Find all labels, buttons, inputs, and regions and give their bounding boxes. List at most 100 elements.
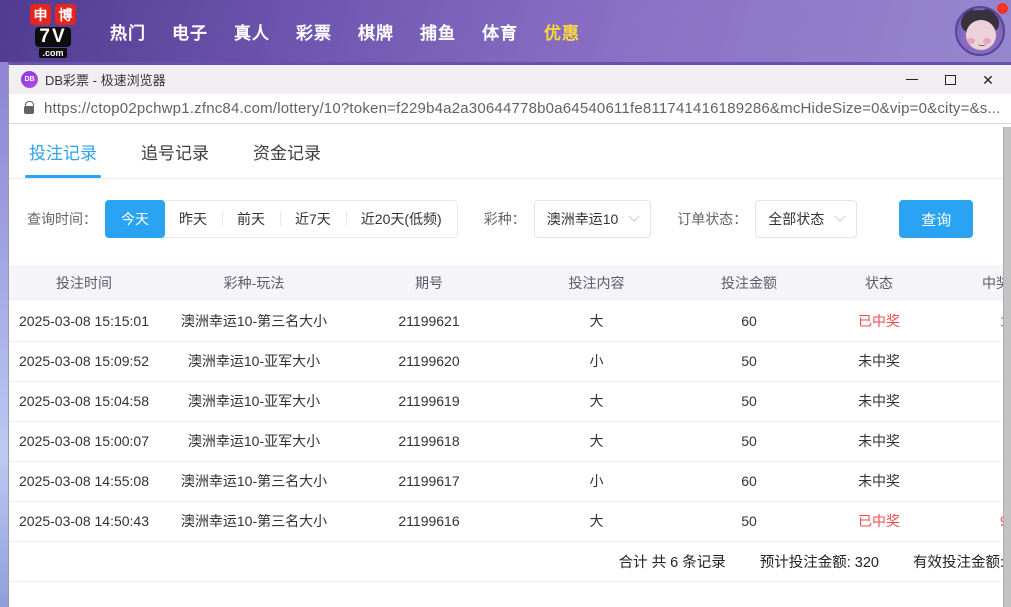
close-icon: ✕ xyxy=(982,71,994,88)
bet-records-table-wrap: 投注时间 彩种-玩法 期号 投注内容 投注金额 状态 中奖金额 2025-03-08 15:… xyxy=(9,265,1004,542)
time-option-5[interactable]: 近20天(低频) xyxy=(345,201,457,237)
column-header-1: 投注时间 xyxy=(56,275,112,291)
time-option-3[interactable]: 前天 xyxy=(222,201,280,237)
record-tabs: 投注记录 追号记录 资金记录 xyxy=(9,124,1004,179)
window-title: DB彩票 - 极速浏览器 xyxy=(45,73,166,88)
cell-status: 未中奖 xyxy=(858,473,900,489)
maximize-icon xyxy=(944,74,956,85)
close-button[interactable]: ✕ xyxy=(969,65,1007,94)
summary-valid-amount: 有效投注金额: xyxy=(912,554,1004,571)
url-text: https://ctop02pchwp1.zfnc84.com/lottery/… xyxy=(44,100,1001,117)
cell-status: 已中奖 xyxy=(858,312,900,329)
browser-titlebar[interactable]: DB DB彩票 - 极速浏览器 ✕ xyxy=(9,65,1011,94)
filter-bar: 查询时间： 今天 昨天 前天 近7天 近20天(低频) 彩种： 澳洲幸运10 订单状态：… xyxy=(27,200,1004,238)
lottery-select[interactable]: 澳洲幸运10 xyxy=(533,200,652,238)
notification-dot xyxy=(997,3,1008,14)
logo-main: 7V xyxy=(35,27,71,47)
logo-suffix: .com xyxy=(39,48,67,58)
column-header-7: 中奖金额 xyxy=(982,275,1004,291)
order-status-value: 全部状态 xyxy=(768,211,825,227)
avatar-mouth xyxy=(978,42,986,46)
cell-status: 未中奖 xyxy=(858,433,900,449)
cell-game-play: 澳洲幸运10-亚军大小 xyxy=(187,393,321,409)
cell-bet-amount: 50 xyxy=(741,513,757,529)
cell-win-amount xyxy=(944,381,1004,421)
table-row: 2025-03-08 15:15:01 澳洲幸运10-第三名大小 21199621 大… xyxy=(9,301,1004,341)
url-bar[interactable]: https://ctop02pchwp1.zfnc84.com/lottery/… xyxy=(9,94,1011,124)
cell-issue-number: 21199620 xyxy=(398,353,460,369)
query-button[interactable]: 查询 xyxy=(899,200,974,238)
nav-item-5[interactable]: 棋牌 xyxy=(358,19,394,44)
cell-issue-number: 21199619 xyxy=(398,393,460,409)
lottery-select-value: 澳洲幸运10 xyxy=(546,211,619,227)
avatar-hair-bun-right xyxy=(983,8,995,18)
lottery-filter-label: 彩种： xyxy=(483,211,526,227)
nav-item-2[interactable]: 电子 xyxy=(172,19,208,44)
bet-records-table: 投注时间 彩种-玩法 期号 投注内容 投注金额 状态 中奖金额 2025-03-08 15:… xyxy=(9,265,1004,542)
cell-bet-time: 2025-03-08 14:55:08 xyxy=(19,473,149,489)
cell-game-play: 澳洲幸运10-亚军大小 xyxy=(187,353,321,369)
table-row: 2025-03-08 15:04:58 澳洲幸运10-亚军大小 21199619 大 5… xyxy=(9,381,1004,421)
cell-win-amount xyxy=(944,341,1004,381)
cell-win-amount: 9 xyxy=(1000,513,1004,529)
minimize-button[interactable] xyxy=(893,65,931,94)
maximize-button[interactable] xyxy=(931,65,969,94)
summary-expected-amount: 预计投注金额: 320 xyxy=(759,554,879,571)
cell-bet-amount: 60 xyxy=(741,312,757,329)
chevron-down-icon xyxy=(628,210,640,222)
order-status-select[interactable]: 全部状态 xyxy=(755,200,858,238)
cell-issue-number: 21199617 xyxy=(398,473,460,489)
cell-bet-amount: 50 xyxy=(741,353,757,369)
scrollbar[interactable] xyxy=(1003,127,1011,607)
status-filter-label: 订单状态： xyxy=(677,211,748,227)
cell-game-play: 澳洲幸运10-第三名大小 xyxy=(180,513,328,529)
nav-item-3[interactable]: 真人 xyxy=(234,19,270,44)
table-row: 2025-03-08 15:09:52 澳洲幸运10-亚军大小 21199620 小 5… xyxy=(9,341,1004,381)
site-logo[interactable]: 申 博 7V .com xyxy=(20,4,86,58)
cell-issue-number: 21199618 xyxy=(398,433,460,449)
tab-1[interactable]: 投注记录 xyxy=(25,124,101,178)
cell-issue-number: 21199621 xyxy=(398,312,460,329)
cell-bet-time: 2025-03-08 15:00:07 xyxy=(19,433,149,449)
tab-3[interactable]: 资金记录 xyxy=(253,124,321,178)
column-header-2: 彩种-玩法 xyxy=(223,275,285,291)
nav-item-4[interactable]: 彩票 xyxy=(296,19,332,44)
cell-issue-number: 21199616 xyxy=(398,513,460,529)
cell-game-play: 澳洲幸运10-亚军大小 xyxy=(187,433,321,449)
table-row: 2025-03-08 14:55:08 澳洲幸运10-第三名大小 21199617 小… xyxy=(9,461,1004,501)
tab-2[interactable]: 追号记录 xyxy=(141,124,209,178)
summary-total: 合计 共 6 条记录 xyxy=(618,554,726,571)
logo-badge-shen: 申 xyxy=(30,4,51,25)
site-header: 申 博 7V .com 热门 电子 真人 彩票 棋牌 捕鱼 体育 优惠 xyxy=(0,0,1011,62)
nav-item-6[interactable]: 捕鱼 xyxy=(420,19,456,44)
cell-bet-content: 小 xyxy=(589,353,604,369)
cell-bet-amount: 50 xyxy=(741,393,757,409)
column-header-3: 期号 xyxy=(415,275,443,291)
cell-bet-amount: 60 xyxy=(741,473,757,489)
table-row: 2025-03-08 15:00:07 澳洲幸运10-亚军大小 21199618 大 5… xyxy=(9,421,1004,461)
time-option-1[interactable]: 今天 xyxy=(105,200,165,238)
logo-badges: 申 博 xyxy=(30,4,76,25)
nav-item-8[interactable]: 优惠 xyxy=(544,19,580,44)
nav-item-7[interactable]: 体育 xyxy=(482,19,518,44)
summary-bar: 合计 共 6 条记录 预计投注金额: 320 有效投注金额: xyxy=(9,542,1004,582)
table-header-row: 投注时间 彩种-玩法 期号 投注内容 投注金额 状态 中奖金额 xyxy=(9,265,1004,301)
minimize-icon xyxy=(906,79,918,80)
time-filter-group: 今天 昨天 前天 近7天 近20天(低频) xyxy=(105,200,458,238)
browser-window: DB DB彩票 - 极速浏览器 ✕ https://ctop02pchwp1.z… xyxy=(8,62,1011,607)
desktop-background-strip xyxy=(0,62,8,607)
cell-game-play: 澳洲幸运10-第三名大小 xyxy=(180,312,328,329)
cell-bet-content: 小 xyxy=(589,473,604,489)
time-filter-label: 查询时间： xyxy=(27,211,97,227)
column-header-5: 投注金额 xyxy=(721,275,777,291)
cell-status: 未中奖 xyxy=(858,393,900,409)
column-header-4: 投注内容 xyxy=(568,275,625,291)
cell-bet-content: 大 xyxy=(589,433,604,449)
page-content: 投注记录 追号记录 资金记录 查询时间： 今天 昨天 前天 近7天 近20天(低频) 彩种：… xyxy=(9,124,1004,607)
main-nav: 热门 电子 真人 彩票 棋牌 捕鱼 体育 优惠 xyxy=(110,19,606,44)
time-option-4[interactable]: 近7天 xyxy=(280,201,346,237)
nav-item-1[interactable]: 热门 xyxy=(110,19,146,44)
time-option-2[interactable]: 昨天 xyxy=(164,201,222,237)
avatar-blush-left xyxy=(967,38,975,44)
user-avatar[interactable] xyxy=(955,6,1005,56)
